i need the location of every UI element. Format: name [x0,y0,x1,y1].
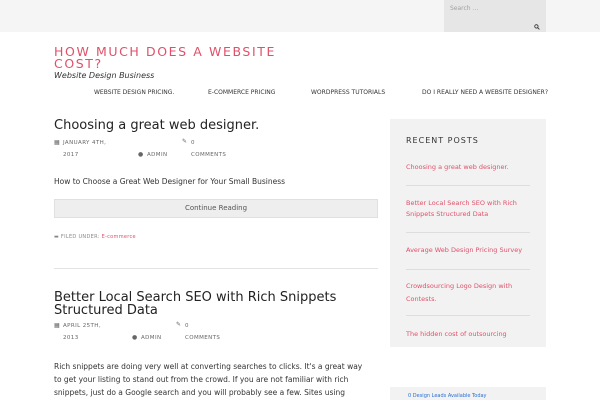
design-leads-link[interactable]: 0 Design Leads Available Today [408,393,487,399]
recent-divider [406,315,530,316]
post-author[interactable]: ADMIN [141,335,161,341]
pencil-icon: ✎ [176,321,182,328]
nav-item-wordpress-tutorials[interactable]: WORDPRESS TUTORIALS [311,89,385,96]
post-excerpt: How to Choose a Great Web Designer for Y… [54,177,286,186]
post-title-continued[interactable]: Structured Data [54,304,158,317]
post-categories: ▬ FILED UNDER: E-commerce [54,234,136,240]
post-comments-link[interactable]: COMMENTS [185,335,220,341]
recent-post-link[interactable]: Crowdsourcing Logo Design with [406,280,532,293]
nav-item-website-design-pricing[interactable]: WEBSITE DESIGN PRICING. [94,89,174,96]
user-icon: ● [132,334,138,341]
post-comment-count[interactable]: 0 [185,323,189,329]
search-box [444,0,546,32]
post-date: APRIL 25TH, [63,323,101,329]
site-title[interactable]: HOW MUCH DOES A WEBSITE COST? [54,45,294,70]
site-description: Website Design Business [54,71,155,80]
user-icon: ● [138,151,144,158]
search-icon[interactable] [534,24,540,30]
nav-item-ecommerce-pricing[interactable]: E-COMMERCE PRICING [208,89,275,96]
post-title[interactable]: Choosing a great web designer. [54,119,259,132]
recent-post-link-continued[interactable]: Contests. [406,293,532,306]
recent-posts-heading: RECENT POSTS [406,136,479,145]
post-date-year: 2013 [63,335,79,341]
sidebar-recent-posts [390,119,546,347]
post-divider [54,268,378,269]
post-author[interactable]: ADMIN [147,152,167,158]
recent-post-link[interactable]: Average Web Design Pricing Survey [406,244,532,257]
pencil-icon: ✎ [182,138,188,145]
post-excerpt-line: Rich snippets are doing very well at con… [54,362,363,371]
post-date: JANUARY 4TH, [63,140,107,146]
search-input[interactable] [450,2,530,14]
recent-post-link[interactable]: Choosing a great web designer. [406,161,532,174]
continue-reading-button[interactable]: Continue Reading [54,199,378,218]
folder-icon: ▬ [54,234,60,240]
nav-item-need-designer[interactable]: DO I REALLY NEED A WEBSITE DESIGNER? [422,89,548,96]
filed-under-label: FILED UNDER: [60,234,100,240]
post-date-year: 2017 [63,152,79,158]
recent-divider [406,232,530,233]
recent-divider [406,185,530,186]
recent-post-link-continued[interactable]: Snippets Structured Data [406,208,532,221]
calendar-icon: ▦ [54,322,60,329]
recent-post-link[interactable]: The hidden cost of outsourcing [406,328,532,341]
post-excerpt-line: to get your listing to stand out from th… [54,375,349,384]
category-link[interactable]: E-commerce [102,234,136,240]
calendar-icon: ▦ [54,139,60,146]
recent-divider [406,269,530,270]
post-excerpt-line: snippets, just do a Google search and yo… [54,388,346,397]
post-comment-count[interactable]: 0 [191,140,195,146]
post-comments-link[interactable]: COMMENTS [191,152,226,158]
